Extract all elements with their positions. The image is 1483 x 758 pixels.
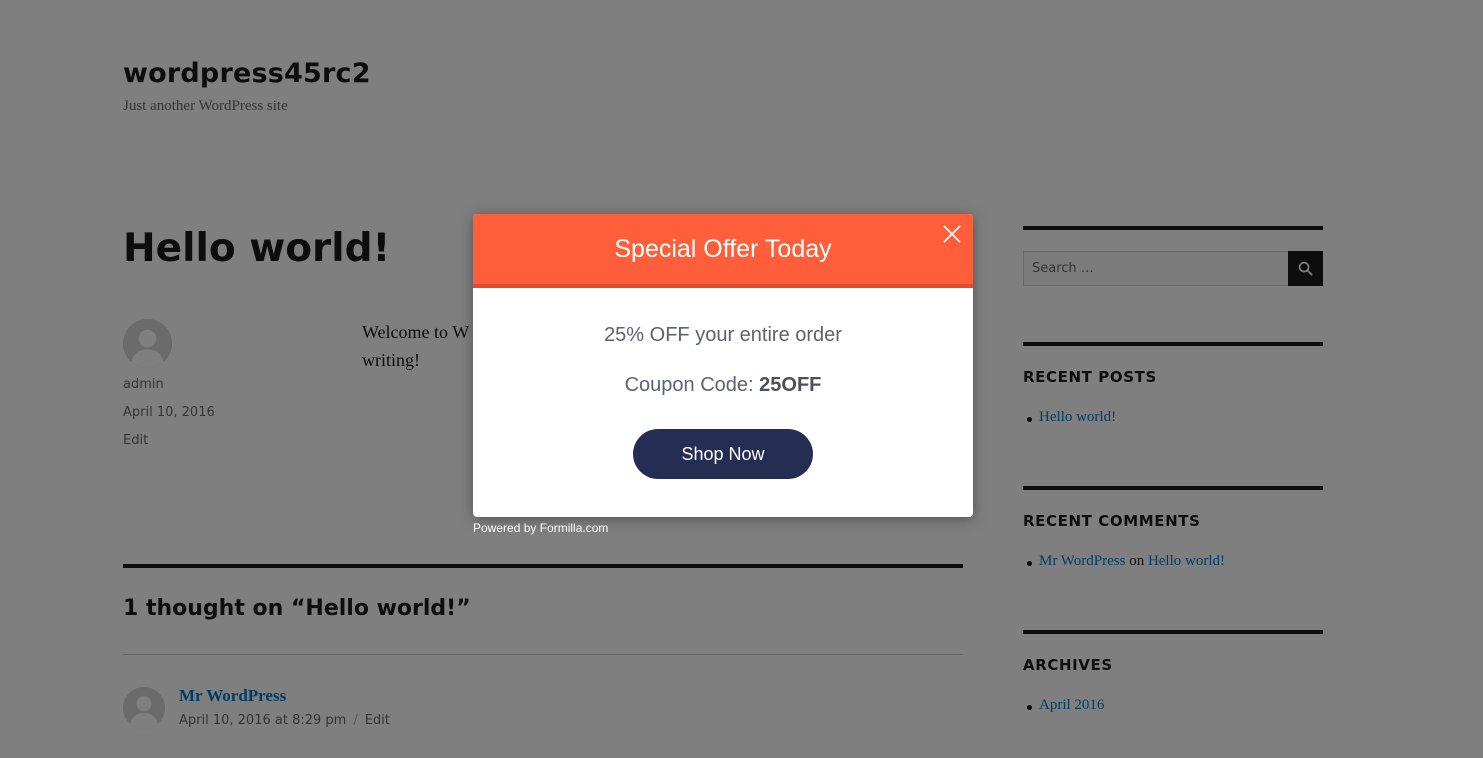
popup-close-button[interactable] <box>942 224 962 244</box>
coupon-code: 25OFF <box>759 374 822 396</box>
popup-coupon: Coupon Code: 25OFF <box>473 374 973 397</box>
coupon-label: Coupon Code: <box>624 374 754 396</box>
powered-by-link[interactable]: Powered by Formilla.com <box>473 521 608 535</box>
popup-header: Special Offer Today <box>473 214 973 288</box>
popup-title: Special Offer Today <box>614 234 832 263</box>
popup-offer-text: 25% OFF your entire order <box>604 324 842 346</box>
close-icon <box>943 225 961 243</box>
special-offer-popup: Special Offer Today 25% OFF your entire … <box>473 214 973 517</box>
shop-now-button[interactable]: Shop Now <box>633 429 813 479</box>
